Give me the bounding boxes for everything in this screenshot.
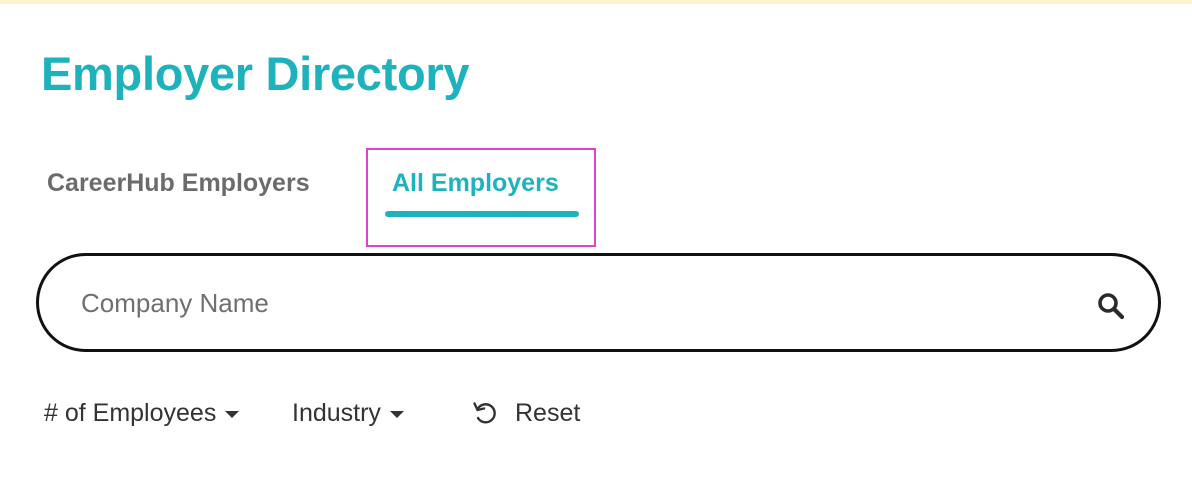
search-icon[interactable]	[1096, 291, 1126, 321]
reset-label: Reset	[515, 398, 581, 427]
caret-down-icon	[225, 410, 240, 418]
tab-careerhub-employers[interactable]: CareerHub Employers	[47, 166, 310, 200]
top-banner-strip	[0, 0, 1192, 4]
industry-filter-label: Industry	[292, 398, 381, 427]
caret-down-icon	[389, 410, 404, 418]
tab-highlight-box	[366, 148, 596, 247]
employees-filter-dropdown[interactable]: # of Employees	[44, 395, 240, 431]
industry-filter-dropdown[interactable]: Industry	[292, 395, 404, 431]
reset-icon	[473, 402, 496, 424]
reset-button[interactable]: Reset	[471, 395, 580, 431]
search-bar	[36, 253, 1161, 352]
company-name-search-input[interactable]	[81, 278, 1041, 328]
page-title: Employer Directory	[41, 47, 470, 100]
employees-filter-label: # of Employees	[44, 398, 217, 427]
